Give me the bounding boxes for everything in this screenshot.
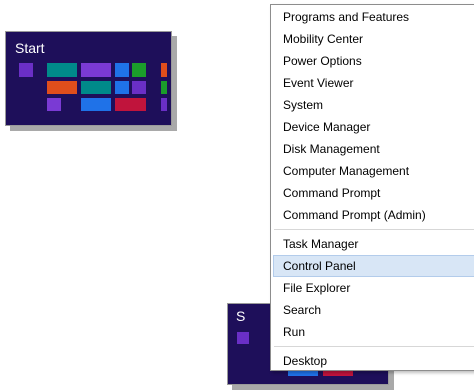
menu-item-computer-management[interactable]: Computer Management [273,160,474,182]
menu-item-file-explorer[interactable]: File Explorer [273,277,474,299]
tile[interactable] [237,332,249,344]
menu-separator [274,346,474,347]
tile[interactable] [115,63,129,77]
tile[interactable] [115,81,129,94]
menu-item-power-options[interactable]: Power Options [273,50,474,72]
start-label-partial: S [236,308,246,324]
menu-item-disk-management[interactable]: Disk Management [273,138,474,160]
start-label: Start [15,40,45,56]
menu-item-programs-and-features[interactable]: Programs and Features [273,6,474,28]
tile[interactable] [47,63,77,77]
tile[interactable] [81,63,111,77]
menu-item-control-panel[interactable]: Control Panel [273,255,474,277]
tile[interactable] [47,98,61,111]
tile[interactable] [161,81,167,94]
tile[interactable] [132,63,146,77]
tile[interactable] [81,81,111,94]
menu-item-event-viewer[interactable]: Event Viewer [273,72,474,94]
tile[interactable] [115,98,146,111]
menu-item-device-manager[interactable]: Device Manager [273,116,474,138]
menu-item-command-prompt-admin[interactable]: Command Prompt (Admin) [273,204,474,226]
tile[interactable] [19,63,33,77]
menu-item-mobility-center[interactable]: Mobility Center [273,28,474,50]
tile[interactable] [47,81,77,94]
menu-item-desktop[interactable]: Desktop [273,350,474,372]
tile[interactable] [132,81,146,94]
menu-item-system[interactable]: System [273,94,474,116]
menu-item-run[interactable]: Run [273,321,474,343]
menu-item-command-prompt[interactable]: Command Prompt [273,182,474,204]
tile[interactable] [161,98,167,111]
start-screen-thumbnail[interactable]: Start [5,31,172,126]
tile[interactable] [161,63,167,77]
menu-item-search[interactable]: Search [273,299,474,321]
screen: Start S Programs and Features Mobility Ce… [0,0,474,391]
menu-separator [274,229,474,230]
menu-item-task-manager[interactable]: Task Manager [273,233,474,255]
tile[interactable] [81,98,111,111]
power-user-context-menu: Programs and Features Mobility Center Powe… [270,4,474,371]
